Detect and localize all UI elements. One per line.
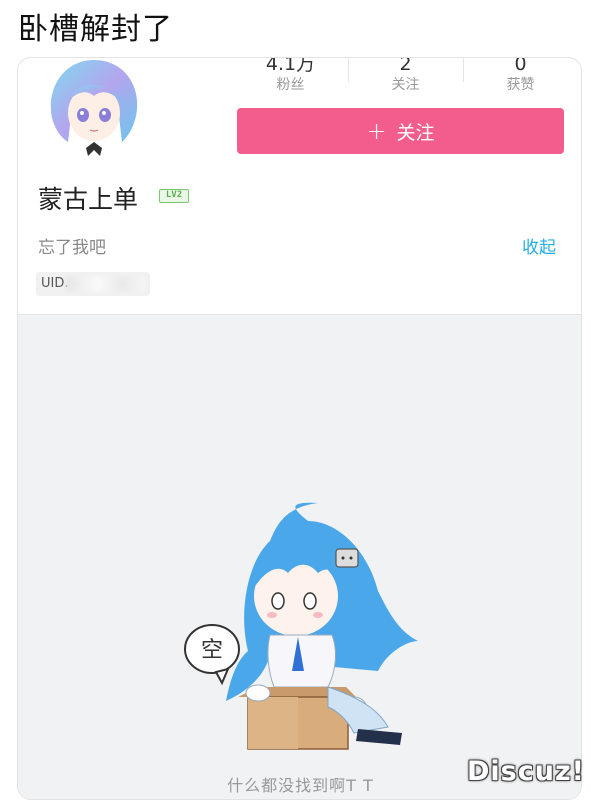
plus-icon: + <box>366 117 387 145</box>
post-title: 卧槽解封了 <box>18 12 173 47</box>
stat-value: 0 <box>514 57 527 75</box>
profile-card: 4.1万 粉丝 2 关注 0 获赞 + 关注 蒙古上单 LV2 忘了我吧 收起 … <box>17 57 582 800</box>
follow-button-label: 关注 <box>396 121 435 144</box>
stat-label: 粉丝 <box>276 77 305 93</box>
username: 蒙古上单 <box>38 185 139 214</box>
signature: 忘了我吧 <box>38 238 106 258</box>
follow-button[interactable]: + 关注 <box>237 108 564 154</box>
empty-bubble-text: 空 <box>201 638 223 663</box>
stat-value: 2 <box>399 57 412 75</box>
avatar[interactable] <box>44 58 146 158</box>
stat-following[interactable]: 2 关注 <box>348 57 463 96</box>
watermark: Discuz! <box>467 756 585 787</box>
profile-stats: 4.1万 粉丝 2 关注 0 获赞 <box>233 57 578 96</box>
uid-redacted <box>66 277 146 291</box>
stat-label: 获赞 <box>506 77 535 93</box>
stat-likes[interactable]: 0 获赞 <box>463 57 578 96</box>
uid-field: UID. <box>36 272 150 296</box>
collapse-link[interactable]: 收起 <box>522 233 556 258</box>
stat-followers[interactable]: 4.1万 粉丝 <box>233 57 348 96</box>
empty-state-illustration: 空 <box>184 502 418 750</box>
uid-label: UID. <box>41 276 69 291</box>
level-badge: LV2 <box>159 189 189 203</box>
stat-value: 4.1万 <box>265 57 316 75</box>
content-area: 空 什么都没找到啊T T <box>18 314 581 799</box>
stat-label: 关注 <box>391 77 420 93</box>
